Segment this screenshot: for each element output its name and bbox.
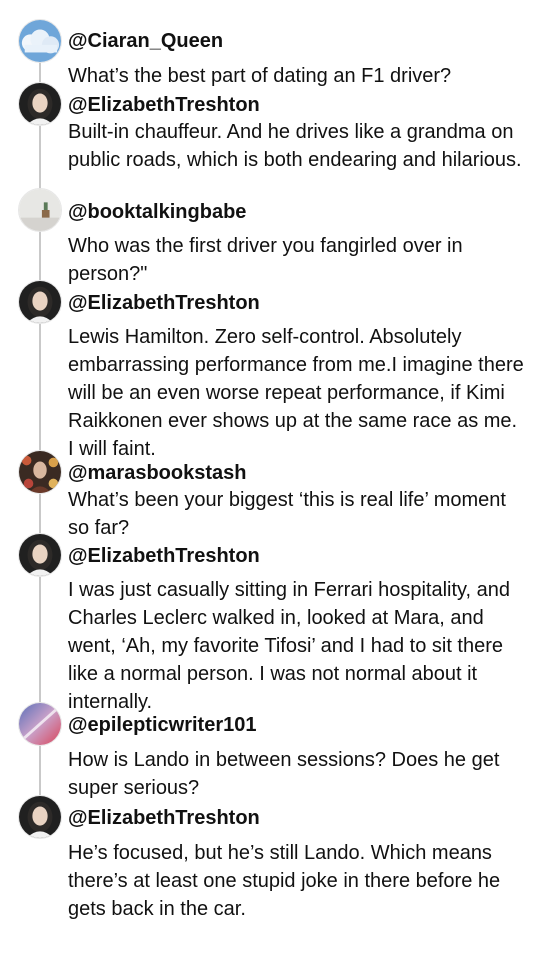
post-handle[interactable]: @ElizabethTreshton: [68, 93, 260, 117]
post-text: I was just casually sitting in Ferrari h…: [68, 579, 511, 713]
post-text: Built-in chauffeur. And he drives like a…: [68, 121, 522, 171]
portrait-woman-avatar[interactable]: [18, 533, 62, 577]
portrait-woman-avatar[interactable]: [18, 82, 62, 126]
post-handle[interactable]: @ElizabethTreshton: [68, 544, 260, 568]
post-handle[interactable]: @marasbookstash: [68, 461, 246, 485]
post-text: He’s focused, but he’s still Lando. Whic…: [68, 842, 501, 920]
post-handle[interactable]: @Ciaran_Queen: [68, 29, 223, 53]
post-handle[interactable]: @booktalkingbabe: [68, 200, 246, 224]
post-handle[interactable]: @ElizabethTreshton: [68, 806, 260, 830]
post-text: How is Lando in between sessions? Does h…: [68, 749, 500, 799]
gradient-light-avatar[interactable]: [18, 702, 62, 746]
thread-connector-line: [39, 50, 41, 810]
sky-clouds-avatar[interactable]: [18, 19, 62, 63]
portrait-woman-avatar[interactable]: [18, 280, 62, 324]
portrait-woman-avatar[interactable]: [18, 795, 62, 839]
woman-flowers-avatar[interactable]: [18, 450, 62, 494]
post-text: Who was the first driver you fangirled o…: [68, 235, 463, 285]
post-handle[interactable]: @epilepticwriter101: [68, 713, 256, 737]
post-text: What’s the best part of dating an F1 dri…: [68, 65, 452, 87]
post-text: Lewis Hamilton. Zero self-control. Absol…: [68, 326, 524, 460]
room-interior-avatar[interactable]: [18, 188, 62, 232]
post-handle[interactable]: @ElizabethTreshton: [68, 291, 260, 315]
post-text: What’s been your biggest ‘this is real l…: [68, 489, 506, 539]
